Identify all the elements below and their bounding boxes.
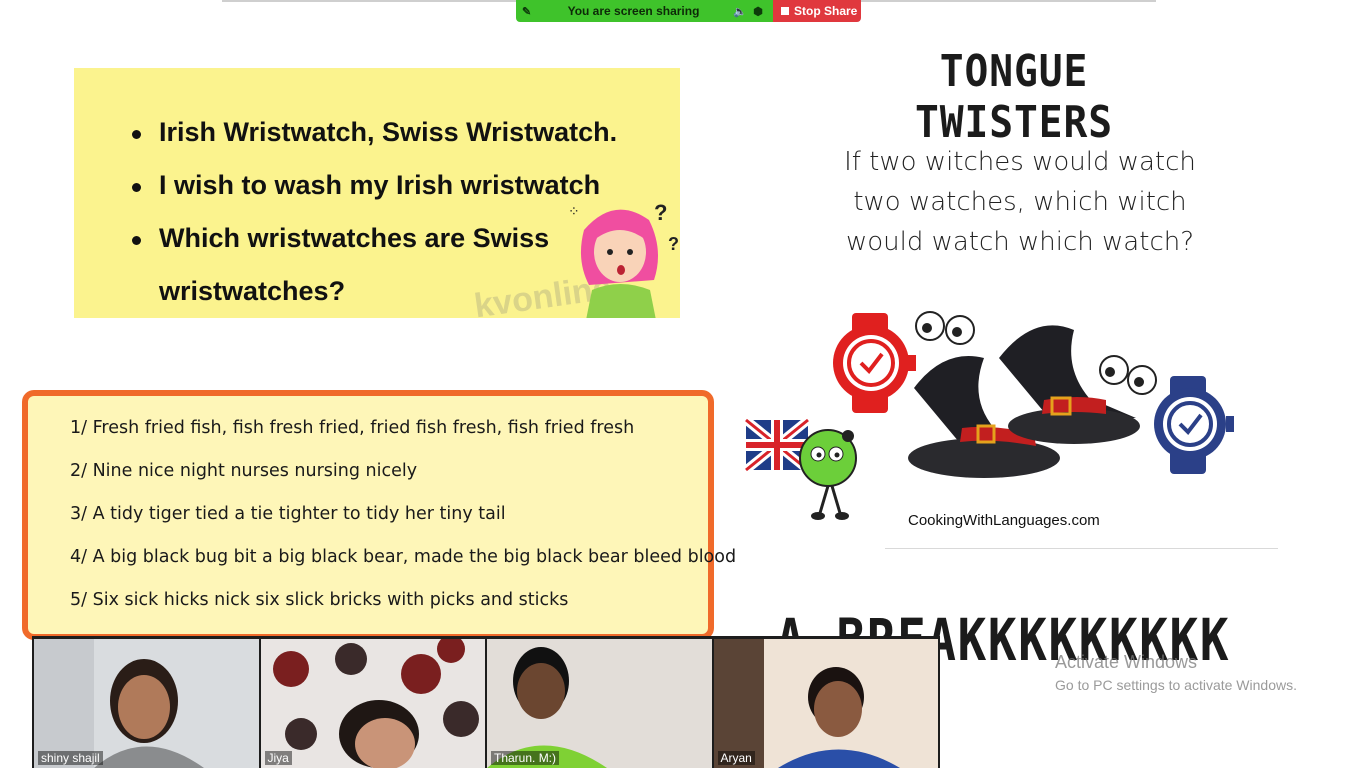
confused-girl-illustration: ⁘ ? ? (568, 200, 679, 318)
stop-share-label: Stop Share (794, 4, 858, 18)
sharing-status-text: You are screen sharing (567, 4, 700, 18)
twister-line: 2/ Nine nice night nurses nursing nicely (70, 461, 418, 481)
stop-share-button[interactable]: Stop Share (773, 0, 861, 22)
bullet-item: Irish Wristwatch, Swiss Wristwatch. (132, 106, 617, 159)
svg-text:⁘: ⁘ (568, 203, 580, 219)
participant-video-tile-active[interactable]: Jiya (260, 639, 485, 768)
poem-line: If two witches would watch (844, 147, 1196, 177)
poem-line: would watch which watch? (845, 227, 1195, 257)
participant-video-tile[interactable]: shiny shajil (34, 639, 259, 768)
participant-name: shiny shajil (38, 751, 103, 765)
uk-flag-icon (744, 416, 811, 474)
twister-line: 1/ Fresh fried fish, fish fresh fried, f… (70, 418, 635, 438)
twister-line: 4/ A big black bug bit a big black bear,… (70, 547, 737, 567)
red-watch-icon (833, 313, 916, 413)
twister-line: 5/ Six sick hicks nick six slick bricks … (70, 590, 569, 610)
twister-poem: If two witches would watch two watches, … (800, 142, 1240, 262)
twister-line: 3/ A tidy tiger tied a tie tighter to ti… (70, 504, 506, 524)
shield-icon: ⬢ (753, 5, 763, 18)
divider (885, 548, 1278, 549)
activate-windows-watermark: Activate Windows Go to PC settings to ac… (1055, 652, 1297, 693)
bullet-item: I wish to wash my Irish wristwatch (132, 159, 617, 212)
speaker-icon[interactable]: 🔈 (731, 5, 749, 18)
sharing-status-bar[interactable]: ✎ You are screen sharing 🔈 ⬢ (516, 0, 773, 22)
participant-name: Tharun. M:) (491, 751, 560, 765)
slide-title: TONGUE TWISTERS (915, 46, 1113, 148)
source-website: CookingWithLanguages.com (908, 512, 1100, 529)
participant-video-strip: shiny shajil Jiya Tharun. M:) Aryan (32, 636, 940, 768)
participant-video (34, 639, 259, 768)
stop-square-icon (781, 7, 789, 15)
pin-icon[interactable]: ✎ (522, 5, 536, 18)
participant-video (713, 639, 938, 768)
witch-hat-icon (999, 325, 1140, 444)
participant-video (260, 639, 485, 768)
blue-watch-icon (1154, 376, 1234, 474)
tongue-twister-list-slide: 1/ Fresh fried fish, fish fresh fried, f… (22, 390, 736, 640)
screen-share-toolbar: ✎ You are screen sharing 🔈 ⬢ Stop Share (516, 0, 861, 22)
poem-line: two watches, which witch (853, 187, 1187, 217)
svg-text:?: ? (654, 200, 667, 225)
witches-watches-illustration (744, 311, 1234, 520)
participant-video-tile[interactable]: Aryan (713, 639, 938, 768)
wristwatch-slide: Irish Wristwatch, Swiss Wristwatch. I wi… (74, 68, 680, 318)
participant-video (487, 639, 712, 768)
participant-name: Aryan (717, 751, 755, 765)
activate-title: Activate Windows (1055, 652, 1198, 672)
participant-video-tile[interactable]: Tharun. M:) (487, 639, 712, 768)
svg-text:?: ? (668, 234, 679, 254)
apple-mascot-icon (799, 429, 857, 520)
activate-subtitle: Go to PC settings to activate Windows. (1055, 677, 1297, 693)
participant-name: Jiya (264, 751, 292, 765)
bullet-item: Which wristwatches are Swiss (132, 212, 617, 265)
